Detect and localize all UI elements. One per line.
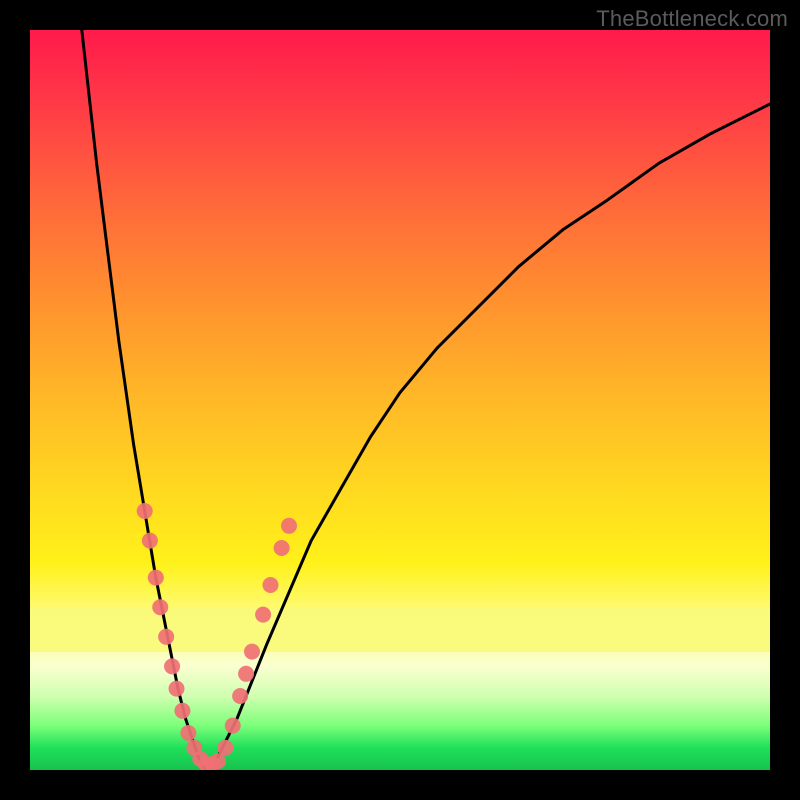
marker-dot xyxy=(255,607,271,623)
marker-dot xyxy=(152,599,168,615)
marker-dot xyxy=(169,681,185,697)
marker-group xyxy=(137,503,297,770)
curve-right-branch xyxy=(208,104,770,770)
marker-dot xyxy=(148,570,164,586)
marker-dot xyxy=(232,688,248,704)
marker-dot xyxy=(238,666,254,682)
marker-dot xyxy=(174,703,190,719)
marker-dot xyxy=(158,629,174,645)
marker-dot xyxy=(164,658,180,674)
marker-dot xyxy=(244,644,260,660)
marker-dot xyxy=(263,577,279,593)
marker-dot xyxy=(217,740,233,756)
plot-area xyxy=(30,30,770,770)
curve-group xyxy=(82,30,770,770)
marker-dot xyxy=(281,518,297,534)
chart-svg xyxy=(30,30,770,770)
curve-left-branch xyxy=(82,30,208,770)
chart-stage: TheBottleneck.com xyxy=(0,0,800,800)
marker-dot xyxy=(225,718,241,734)
marker-dot xyxy=(274,540,290,556)
watermark-text: TheBottleneck.com xyxy=(596,6,788,32)
marker-dot xyxy=(137,503,153,519)
marker-dot xyxy=(142,533,158,549)
marker-dot xyxy=(180,725,196,741)
